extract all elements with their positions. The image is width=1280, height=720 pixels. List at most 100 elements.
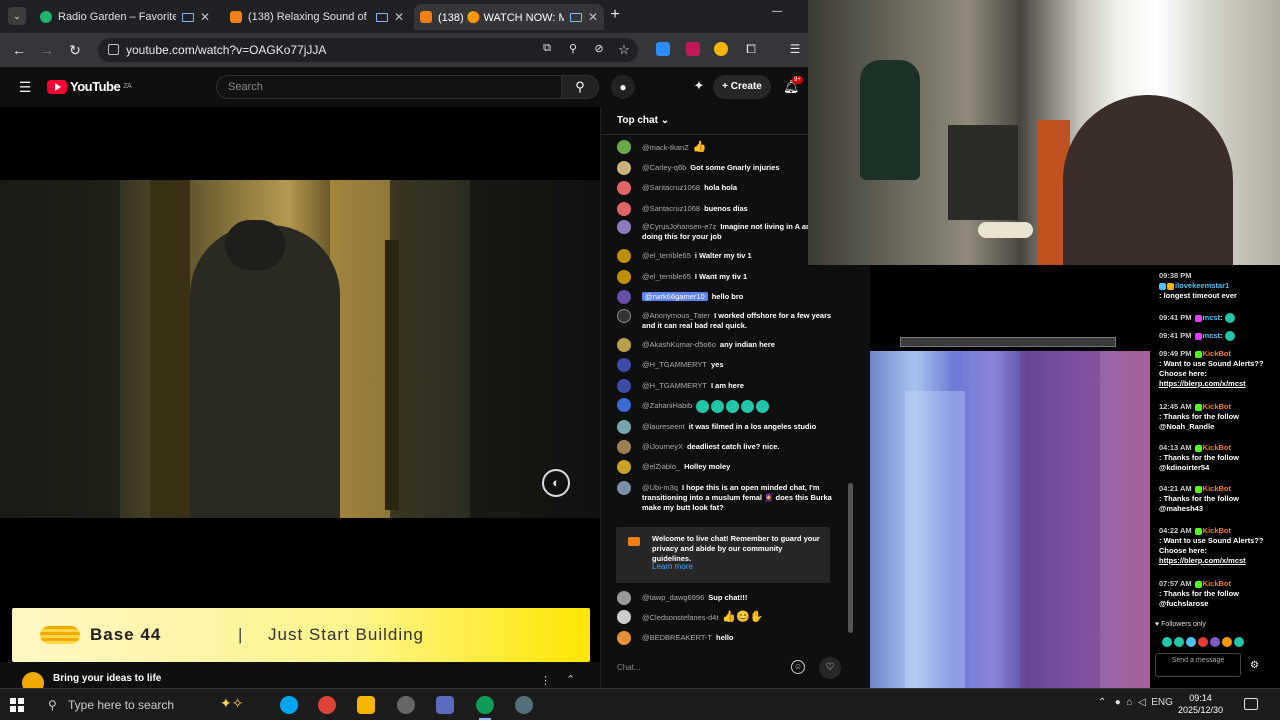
message-link[interactable]: https://blerp.com/x/mcst [1159,379,1246,388]
avatar[interactable] [617,460,631,474]
tab-radio-garden[interactable]: Radio Garden – Favorites ✕ [34,4,216,30]
chevron-up-icon[interactable]: ⌃ [566,673,575,686]
channel-watermark-icon[interactable]: ◐ [542,469,570,497]
extension-icon[interactable] [686,42,700,56]
tab-close-icon[interactable]: ✕ [394,10,404,24]
kick-username[interactable]: mcst [1203,313,1221,322]
new-tab-button[interactable]: + [606,6,624,24]
notifications-icon[interactable] [1244,698,1258,710]
tab-close-icon[interactable]: ✕ [200,10,210,24]
eye-off-icon[interactable]: ⊘ [590,42,608,55]
emote-icon[interactable] [1234,637,1244,648]
address-bar[interactable]: youtube.com/watch?v=OAGKo77jJJA [98,38,638,62]
avatar[interactable] [617,140,631,154]
extensions-puzzle-icon[interactable]: ⧠ [742,42,760,57]
chat-username[interactable]: @H_TGAMMERYT [642,360,707,369]
back-arrow-icon[interactable]: ← [10,42,28,58]
chat-username[interactable]: @elZiablo_ [642,462,680,471]
file-explorer-icon[interactable] [357,696,375,714]
ad-banner[interactable]: Base 44 | Just Start Building [12,608,590,662]
tab-relaxing-sound[interactable]: (138) Relaxing Sound of Ra ✕ [224,4,410,30]
chat-username[interactable]: @Cledsonstefanes-d4t [642,613,718,622]
chat-username[interactable]: @laureseent [642,422,685,431]
chat-username-moderator[interactable]: @rwrk66gamer10 [642,292,708,301]
chat-username[interactable]: @BEDBREAKERT-T [642,633,712,642]
emoji-picker-icon[interactable]: ☺ [791,660,805,674]
video-player[interactable]: ◐ [0,107,600,593]
avatar[interactable] [617,481,631,495]
avatar[interactable] [617,379,631,393]
chat-scrollbar[interactable] [848,483,853,633]
avatar[interactable] [617,338,631,352]
kick-username[interactable]: KickBot [1203,526,1231,535]
windows-start-icon[interactable] [10,698,24,712]
taskbar-clock[interactable]: 09:14 2025/12/30 [1178,692,1223,716]
avatar[interactable] [617,202,631,216]
install-app-icon[interactable]: ⧉ [538,42,556,55]
kick-username[interactable]: KickBot [1203,402,1231,411]
site-info-icon[interactable] [108,44,119,55]
avatar[interactable] [617,220,631,234]
snipping-tool-icon[interactable] [436,696,454,714]
emote-icon[interactable] [1186,637,1196,648]
chat-username[interactable]: @Anonymous_Tater [642,311,710,320]
chat-username[interactable]: @iJourneyX [642,442,683,451]
extension-icon[interactable] [714,42,728,56]
emote-icon[interactable] [1162,637,1172,648]
avatar[interactable] [617,420,631,434]
kick-username[interactable]: KickBot [1203,579,1231,588]
copilot-app-icon[interactable] [280,696,298,714]
kick-username[interactable]: KickBot [1203,484,1231,493]
chrome-app-icon[interactable] [318,696,336,714]
avatar[interactable] [617,440,631,454]
chat-username[interactable]: @AkashKumar-d5o6o [642,340,716,349]
bookmark-star-icon[interactable]: ☆ [615,42,633,58]
language-indicator[interactable]: ENG [1151,697,1173,708]
extension-icon[interactable] [656,42,670,56]
more-options-icon[interactable]: ⋮ [540,674,551,687]
reload-icon[interactable]: ↻ [66,42,84,59]
obs-app-icon[interactable] [397,696,415,714]
avatar[interactable] [617,181,631,195]
chat-settings-icon[interactable]: ⚙ [1250,660,1259,671]
emote-icon[interactable] [1198,637,1208,648]
avatar[interactable] [617,290,631,304]
avatar[interactable] [617,249,631,263]
chat-username[interactable]: @tawp_dawg6996 [642,593,704,602]
chat-mode-dropdown[interactable]: Top chat ⌄ [617,115,669,126]
youtube-logo[interactable]: YouTube ZA [47,79,132,94]
chat-username[interactable]: @Santacruz1068 [642,204,700,213]
message-link[interactable]: https://blerp.com/x/mcst [1159,556,1246,565]
chat-username[interactable]: @CyrusJohansen-e7z [642,222,716,231]
chat-mic-mascot-icon[interactable]: ✦ [690,78,708,94]
kick-username[interactable]: mcst [1203,331,1221,340]
side-panel-icon[interactable]: ☰ [786,42,804,56]
kick-message-input[interactable]: Send a message [1155,653,1241,677]
search-highlight-icon[interactable]: ✦✧ [220,695,243,712]
avatar[interactable] [617,358,631,372]
search-input[interactable]: Search [216,75,562,99]
zoom-icon[interactable]: ⚲ [564,42,582,55]
chat-username[interactable]: @mack-tkanZ [642,143,689,152]
chat-username[interactable]: @Ubi-m3q [642,483,678,492]
kick-username[interactable]: ilovekeemstar1 [1175,281,1229,290]
microphone-icon[interactable]: ● [1115,697,1121,708]
emote-icon[interactable] [1210,637,1220,648]
voice-search-button[interactable]: ● [611,75,635,99]
avatar[interactable] [617,309,631,323]
emote-icon[interactable] [1174,637,1184,648]
avatar[interactable] [617,591,631,605]
tab-watch-now[interactable]: (138) 🟠 WATCH NOW: Mo ✕ [414,4,604,30]
avatar[interactable] [617,610,631,624]
chat-username[interactable]: @Carley-q6b [642,163,686,172]
chat-input[interactable]: Chat... [617,658,791,678]
chrome-profile-app-icon[interactable] [476,696,494,714]
tab-search-button[interactable]: ⌄ [8,7,26,25]
search-button[interactable]: ⚲ [561,75,599,99]
avatar[interactable] [617,398,631,412]
avatar[interactable] [617,270,631,284]
avatar[interactable] [617,161,631,175]
avatar[interactable] [617,631,631,645]
learn-more-link[interactable]: Learn more [652,562,693,571]
chat-username[interactable]: @ZahaniHabib [642,401,692,410]
